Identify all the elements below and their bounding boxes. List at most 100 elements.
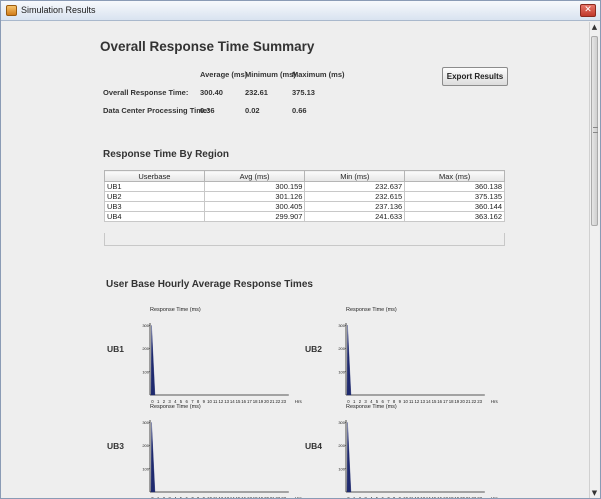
x-tick-label: 14 [230,496,235,498]
x-tick-label: 1 [353,496,356,498]
x-tick-label: 13 [420,496,425,498]
dc-processing-max: 0.66 [292,106,307,115]
java-app-icon [6,5,17,16]
y-tick-label: 100 [338,369,345,374]
table-empty-area [104,233,505,246]
cell-min: 241.633 [304,211,406,222]
x-tick-label: 18 [449,496,454,498]
table-row[interactable]: UB4 299.907 241.633 363.162 [104,211,505,222]
x-tick-label: 2 [163,496,166,498]
column-header-max[interactable]: Max (ms) [404,170,505,182]
x-tick-label: 17 [443,496,448,498]
region-heading: Response Time By Region [103,149,229,160]
column-header-avg[interactable]: Avg (ms) [203,170,306,182]
scroll-down-arrow-icon[interactable]: ▼ [590,488,599,498]
cell-avg: 299.907 [203,211,306,222]
chart-title: Response Time (ms) [346,307,397,313]
cell-min: 232.615 [304,191,406,202]
ub4-label: UB4 [305,441,323,451]
cell-avg: 300.405 [203,201,306,212]
overall-response-avg: 300.40 [200,88,223,97]
summary-heading: Overall Response Time Summary [100,39,315,54]
column-header-min[interactable]: Min (ms) [304,170,406,182]
hourly-bar-chart: Response Time (ms)3002001000123456789101… [142,404,303,498]
x-tick-label: 19 [454,496,459,498]
y-tick-label: 300 [338,323,345,328]
scrollbar-thumb[interactable] [591,36,598,226]
dc-processing-avg: 0.36 [200,106,215,115]
x-tick-label: 4 [370,496,373,498]
x-tick-label: 0 [347,496,350,498]
simulation-results-window: Simulation Results ✕ Overall Response Ti… [0,0,601,499]
ub3-label: UB3 [107,441,125,451]
x-tick-label: 9 [399,496,402,498]
x-tick-label: 7 [387,496,390,498]
col-header-average: Average (ms) [200,70,248,79]
window-title: Simulation Results [21,5,96,15]
cell-userbase: UB2 [104,191,205,202]
scroll-up-arrow-icon[interactable]: ▲ [590,22,599,32]
cell-min: 232.637 [304,181,406,192]
title-bar[interactable]: Simulation Results ✕ [1,1,600,21]
y-tick-label: 100 [338,466,345,471]
x-tick-label: 22 [472,496,477,498]
y-tick-label: 200 [142,346,149,351]
chart-title: Response Time (ms) [150,307,201,313]
x-tick-label: 1 [157,496,160,498]
x-tick-label: 20 [460,496,465,498]
x-tick-label: 9 [203,496,206,498]
x-tick-label: 15 [236,496,241,498]
col-header-maximum: Maximum (ms) [292,70,345,79]
x-tick-label: 3 [364,496,367,498]
x-tick-label: 5 [376,496,379,498]
bar-hour-0 [346,325,352,396]
x-axis-label: Hrs [295,496,303,498]
bar-hour-0 [346,422,352,493]
column-header-userbase[interactable]: Userbase [104,170,205,182]
grip-icon [593,127,598,133]
ub2-chart: Response Time (ms) 300 200 100 0 1 2 3 4 5 6 7 8 9 10 1… [336,303,506,405]
y-tick-label: 300 [338,420,345,425]
hourly-bar-chart: Response Time (ms)3002001000123456789101… [338,307,498,404]
y-tick-label: 200 [338,346,345,351]
cell-max: 363.162 [404,211,505,222]
x-tick-label: 7 [191,496,194,498]
x-tick-label: 13 [224,496,229,498]
x-tick-label: 16 [241,496,246,498]
cell-avg: 300.159 [203,181,306,192]
cell-userbase: UB4 [104,211,205,222]
table-row[interactable]: UB3 300.405 237.136 360.144 [104,201,505,212]
table-row[interactable]: UB1 300.159 232.637 360.138 [104,181,505,192]
col-header-minimum: Minimum (ms) [245,70,296,79]
ub1-chart: Response Time (ms) 300 200 100 0 1 2 3 4 5 6 7 8 9 10 1… [140,303,310,405]
x-tick-label: 11 [213,496,218,498]
dc-processing-min: 0.02 [245,106,260,115]
y-tick-label: 300 [142,323,149,328]
x-tick-label: 3 [168,496,171,498]
x-axis-label: Hrs [491,496,499,498]
x-tick-label: 19 [258,496,263,498]
x-tick-label: 8 [197,496,200,498]
cell-max: 360.138 [404,181,505,192]
x-tick-label: 23 [281,496,286,498]
export-results-button[interactable]: Export Results [442,67,508,86]
x-tick-label: 8 [393,496,396,498]
x-tick-label: 0 [151,496,154,498]
x-tick-label: 21 [270,496,275,498]
cell-max: 375.135 [404,191,505,202]
x-tick-label: 16 [437,496,442,498]
close-button[interactable]: ✕ [580,4,596,17]
x-tick-label: 5 [180,496,183,498]
x-tick-label: 10 [403,496,408,498]
ub2-label: UB2 [305,344,323,354]
chart-title: Response Time (ms) [346,404,397,410]
results-panel: Overall Response Time Summary Average (m… [2,22,590,498]
x-tick-label: 17 [247,496,252,498]
overall-response-max: 375.13 [292,88,315,97]
table-row[interactable]: UB2 301.126 232.615 375.135 [104,191,505,202]
vertical-scrollbar[interactable]: ▲ ▼ [589,22,599,498]
hourly-bar-chart: Response Time (ms)3002001000123456789101… [142,307,302,404]
x-tick-label: 12 [415,496,420,498]
cell-min: 237.136 [304,201,406,212]
overall-response-label: Overall Response Time: [103,88,189,97]
